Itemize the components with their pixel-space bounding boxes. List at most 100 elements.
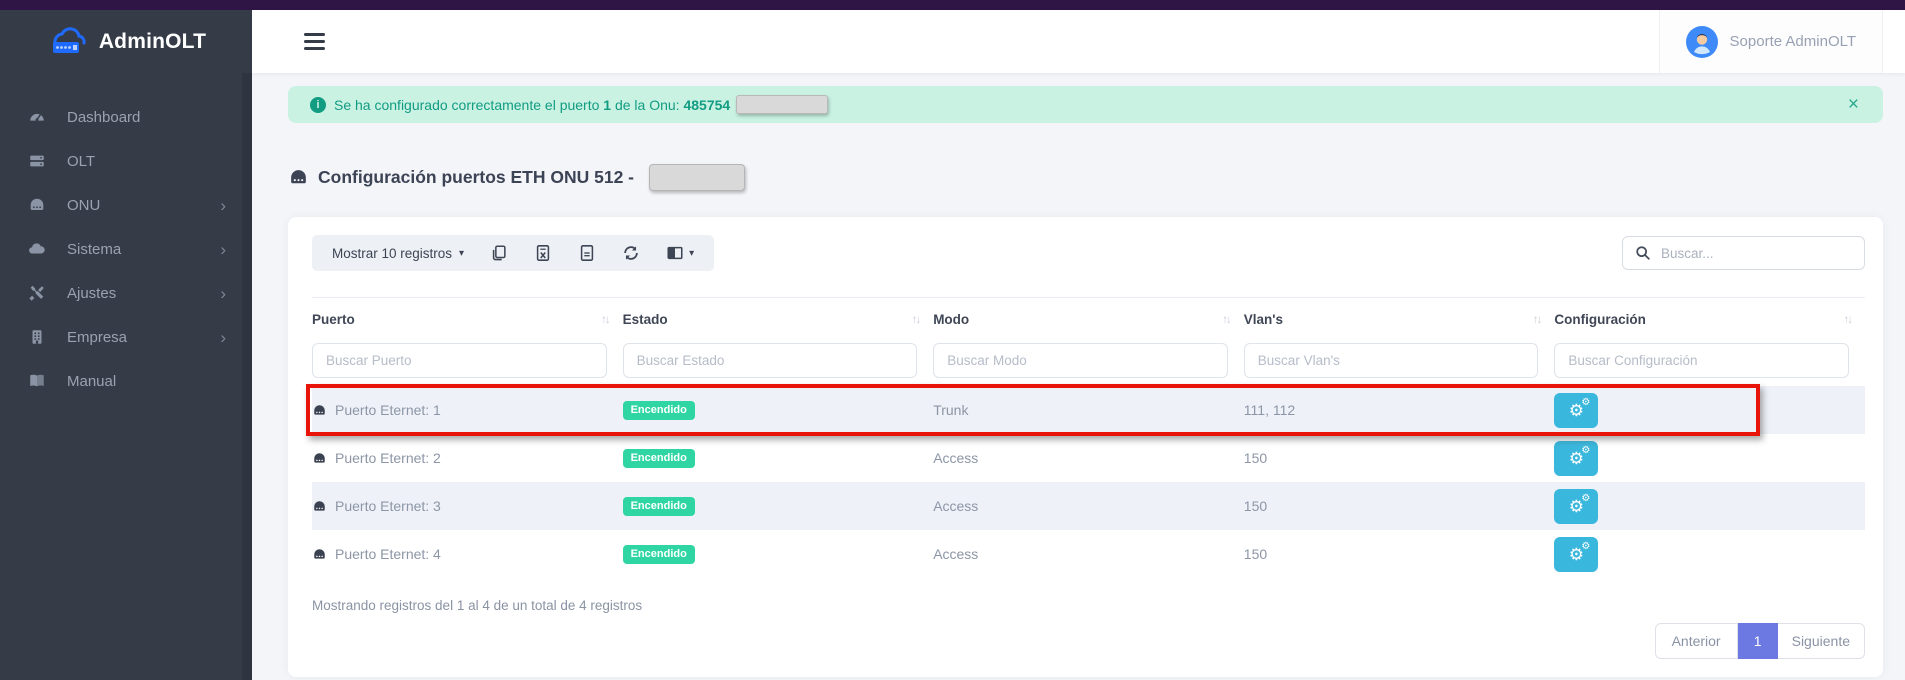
tools-icon: [28, 284, 54, 302]
status-badge: Encendido: [623, 497, 695, 516]
port-label: Puerto Eternet: 3: [335, 498, 441, 514]
gears-icon: ⚙: [1581, 542, 1590, 552]
pagination-prev-button[interactable]: Anterior: [1655, 623, 1738, 659]
logo-text: AdminOLT: [99, 30, 206, 54]
sidebar-item-sistema[interactable]: Sistema ›: [0, 227, 252, 271]
sort-icon: ↑↓: [1533, 314, 1541, 326]
page-title: Configuración puertos ETH ONU 512 -: [318, 167, 634, 188]
alert-message: Se ha configurado correctamente el puert…: [334, 97, 730, 113]
mode-value: Trunk: [933, 402, 1244, 418]
column-header-configuracion[interactable]: Configuración↑↓: [1554, 312, 1865, 327]
port-icon: [312, 547, 327, 562]
logo[interactable]: AdminOLT: [0, 10, 252, 73]
configure-port-button[interactable]: ⚙⚙: [1554, 393, 1598, 428]
table-row: Puerto Eternet: 3 Encendido Access 150 ⚙…: [312, 482, 1865, 530]
sidebar-item-empresa[interactable]: Empresa ›: [0, 315, 252, 359]
content-area: i Se ha configurado correctamente el pue…: [252, 73, 1905, 680]
onu-device-icon: [28, 196, 54, 214]
sort-icon: ↑↓: [601, 314, 609, 326]
sidebar-item-manual[interactable]: Manual: [0, 359, 252, 403]
port-icon: [312, 499, 327, 514]
column-header-estado[interactable]: Estado↑↓: [623, 312, 934, 327]
filter-modo-input[interactable]: [933, 343, 1228, 378]
file-export-button[interactable]: [578, 244, 596, 262]
sidebar-nav: Dashboard OLT ONU ›: [0, 73, 252, 403]
table-row: Puerto Eternet: 2 Encendido Access 150 ⚙…: [312, 434, 1865, 482]
search-input[interactable]: [1661, 246, 1852, 261]
close-icon[interactable]: ×: [1846, 95, 1861, 114]
refresh-button[interactable]: [622, 244, 640, 262]
caret-down-icon: ▾: [689, 248, 694, 259]
avatar: [1686, 26, 1718, 58]
sort-icon: ↑↓: [1222, 314, 1230, 326]
user-label: Soporte AdminOLT: [1730, 33, 1856, 50]
table-toolbar: Mostrar 10 registros ▾: [312, 235, 1865, 271]
excel-export-button[interactable]: [534, 244, 552, 262]
info-icon: i: [310, 97, 326, 113]
book-icon: [28, 372, 54, 390]
configure-port-button[interactable]: ⚙⚙: [1554, 489, 1598, 524]
page-length-select[interactable]: Mostrar 10 registros ▾: [332, 246, 464, 261]
cloud-icon: [28, 240, 54, 258]
redacted-onu-name: [649, 164, 745, 191]
table-row: Puerto Eternet: 1 Encendido Trunk 111, 1…: [312, 386, 1865, 434]
chevron-right-icon: ›: [220, 285, 226, 302]
pagination-page-1-button[interactable]: 1: [1738, 623, 1778, 659]
server-icon: [288, 167, 309, 188]
filter-configuracion-input[interactable]: [1554, 343, 1849, 378]
building-icon: [28, 328, 54, 346]
pagination-next-button[interactable]: Siguiente: [1778, 623, 1865, 659]
caret-down-icon: ▾: [459, 248, 464, 259]
search-icon: [1635, 245, 1651, 261]
table-filter-row: [312, 341, 1865, 386]
configure-port-button[interactable]: ⚙⚙: [1554, 537, 1598, 572]
server-stack-icon: [28, 152, 54, 170]
chevron-right-icon: ›: [220, 197, 226, 214]
cloud-logo-icon: [46, 27, 90, 57]
browser-theme-strip: [0, 0, 1905, 10]
sidebar-item-olt[interactable]: OLT: [0, 139, 252, 183]
toolbar-pill: Mostrar 10 registros ▾: [312, 235, 714, 271]
mode-value: Access: [933, 546, 1244, 562]
column-header-modo[interactable]: Modo↑↓: [933, 312, 1244, 327]
port-label: Puerto Eternet: 4: [335, 546, 441, 562]
mode-value: Access: [933, 498, 1244, 514]
column-header-puerto[interactable]: Puerto↑↓: [312, 312, 623, 327]
sort-icon: ↑↓: [912, 314, 920, 326]
vlans-value: 111, 112: [1244, 402, 1555, 418]
gears-icon: ⚙: [1581, 446, 1590, 456]
table-header-row: Puerto↑↓ Estado↑↓ Modo↑↓ Vlan's↑↓ Config…: [312, 297, 1865, 341]
menu-toggle-button[interactable]: [298, 27, 331, 56]
column-visibility-button[interactable]: ▾: [666, 244, 694, 262]
port-icon: [312, 403, 327, 418]
redacted-onu-serial: [736, 95, 828, 114]
pagination: Anterior 1 Siguiente: [312, 623, 1865, 659]
success-alert: i Se ha configurado correctamente el pue…: [288, 86, 1883, 123]
ports-table: Puerto↑↓ Estado↑↓ Modo↑↓ Vlan's↑↓ Config…: [312, 297, 1865, 578]
table-card: Mostrar 10 registros ▾: [288, 217, 1883, 677]
user-menu[interactable]: Soporte AdminOLT: [1659, 10, 1883, 73]
chevron-right-icon: ›: [220, 241, 226, 258]
filter-puerto-input[interactable]: [312, 343, 607, 378]
gears-icon: ⚙: [1581, 398, 1590, 408]
column-header-vlans[interactable]: Vlan's↑↓: [1244, 312, 1555, 327]
filter-estado-input[interactable]: [623, 343, 918, 378]
vlans-value: 150: [1244, 450, 1555, 466]
table-info-text: Mostrando registros del 1 al 4 de un tot…: [312, 598, 1865, 613]
sidebar-edge-shadow: [242, 73, 252, 680]
status-badge: Encendido: [623, 449, 695, 468]
port-label: Puerto Eternet: 1: [335, 402, 441, 418]
status-badge: Encendido: [623, 545, 695, 564]
sidebar-item-onu[interactable]: ONU ›: [0, 183, 252, 227]
topbar: Soporte AdminOLT: [252, 10, 1905, 73]
app-screen: AdminOLT Dashboard OLT: [0, 0, 1905, 680]
table-search: [1622, 236, 1865, 270]
chevron-right-icon: ›: [220, 329, 226, 346]
sidebar-item-ajustes[interactable]: Ajustes ›: [0, 271, 252, 315]
sidebar-item-dashboard[interactable]: Dashboard: [0, 95, 252, 139]
filter-vlans-input[interactable]: [1244, 343, 1539, 378]
sort-icon: ↑↓: [1844, 314, 1852, 326]
configure-port-button[interactable]: ⚙⚙: [1554, 441, 1598, 476]
copy-button[interactable]: [490, 244, 508, 262]
port-label: Puerto Eternet: 2: [335, 450, 441, 466]
